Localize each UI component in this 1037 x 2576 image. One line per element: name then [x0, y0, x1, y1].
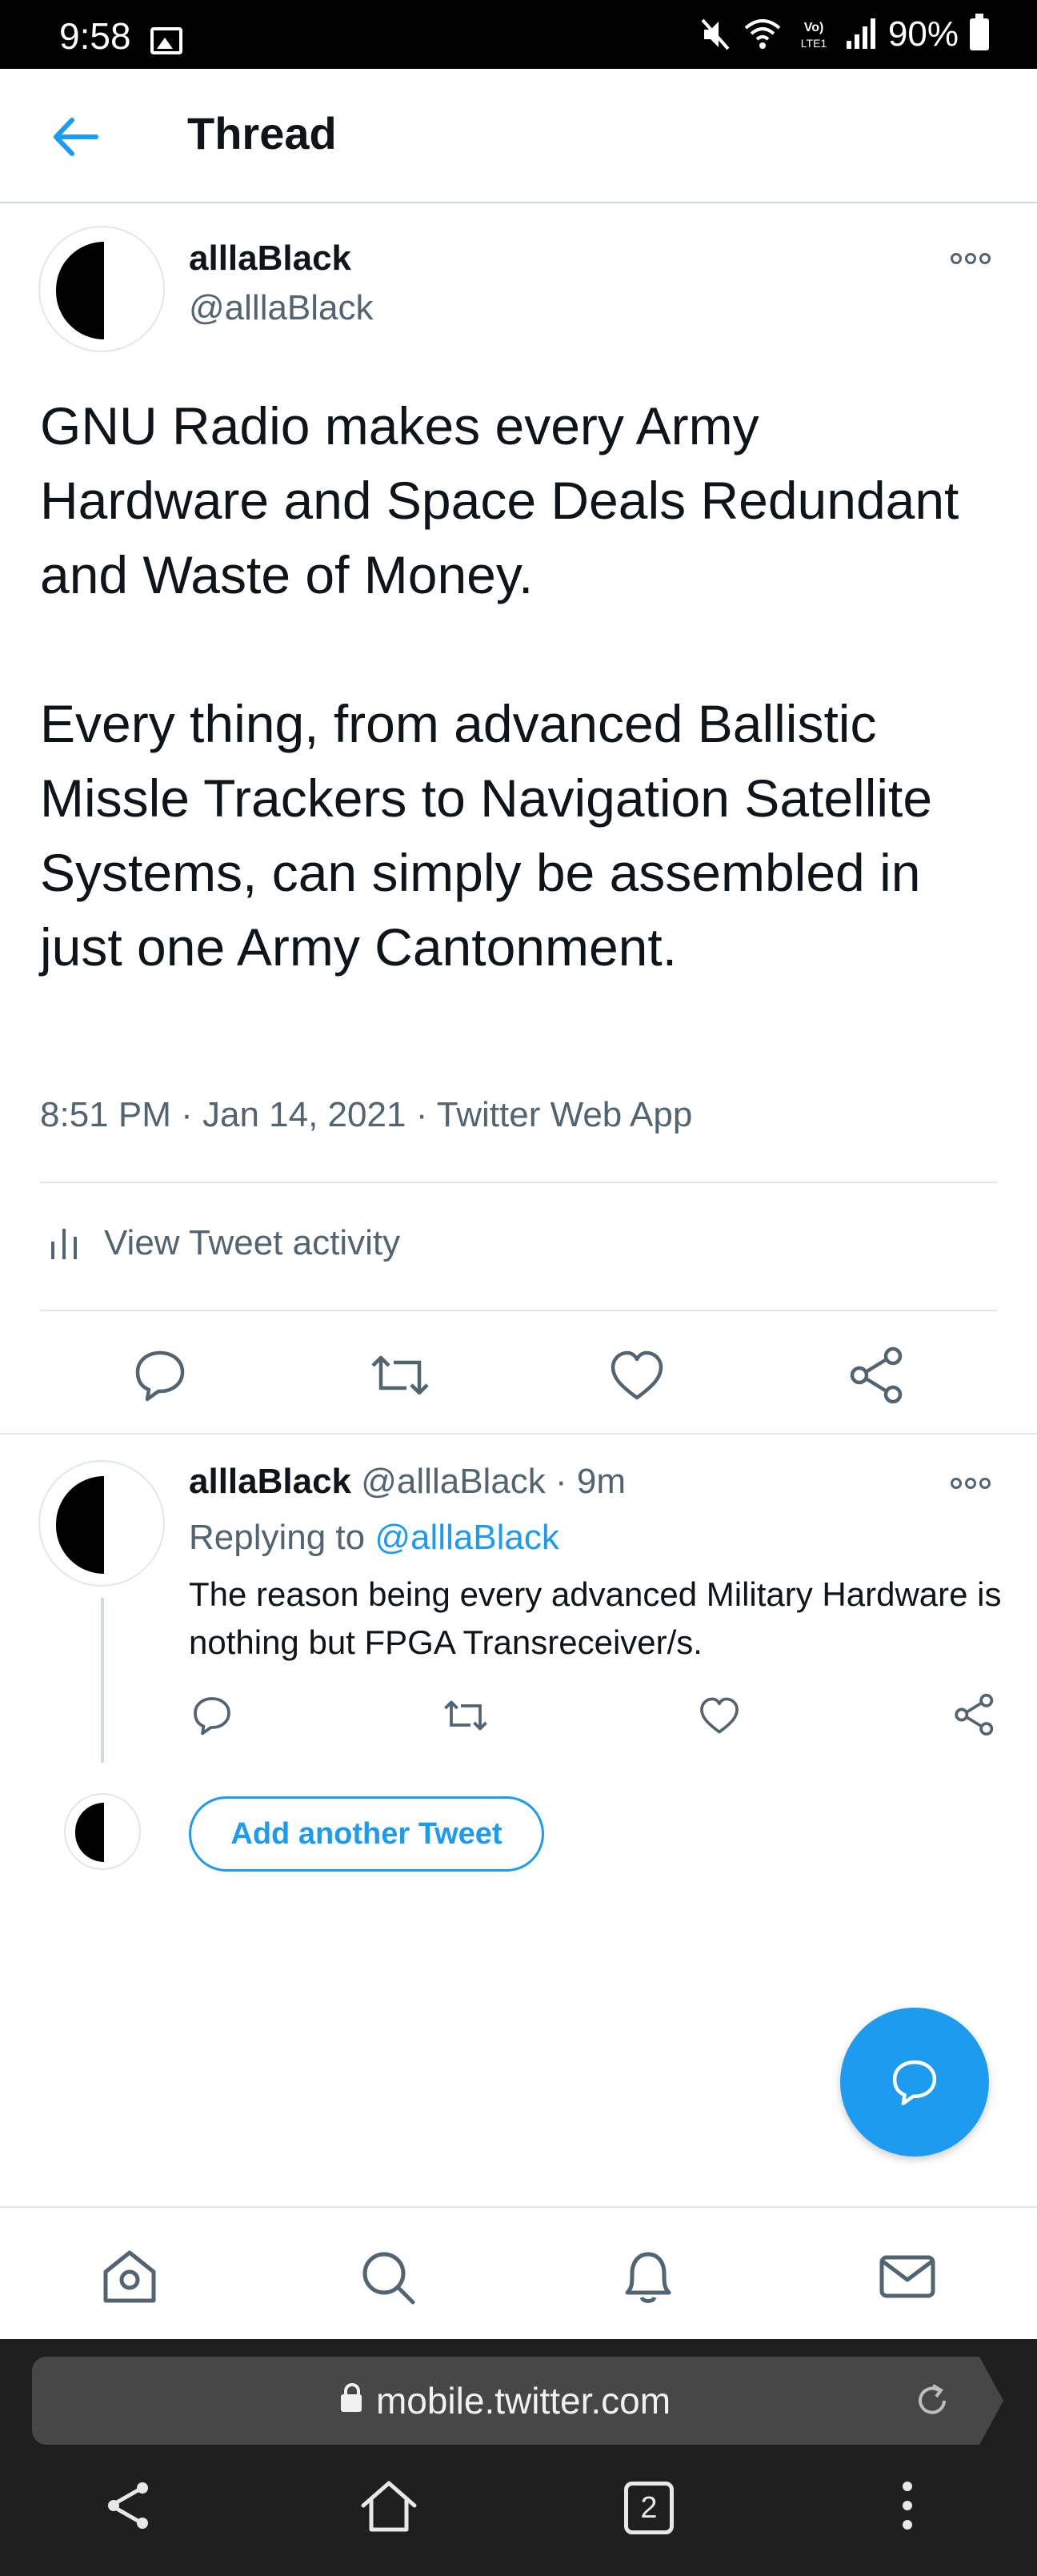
- more-icon[interactable]: [951, 1478, 991, 1489]
- lock-icon: [340, 2383, 362, 2412]
- share-icon[interactable]: [952, 1692, 997, 1737]
- replying-to-label: Replying to: [189, 1518, 366, 1557]
- reload-icon[interactable]: [912, 2381, 952, 2421]
- arrow-left-icon[interactable]: [48, 109, 104, 165]
- reply-age: 9m: [576, 1462, 627, 1501]
- battery-icon: [970, 14, 989, 50]
- share-icon[interactable]: [847, 1345, 907, 1406]
- retweet-icon[interactable]: [368, 1346, 432, 1404]
- author-handle[interactable]: @alllaBlack: [189, 288, 374, 328]
- reply-icon[interactable]: [131, 1346, 189, 1404]
- gallery-notification-icon: [150, 27, 182, 54]
- network-type: LTE1: [801, 37, 827, 50]
- divider: [40, 1182, 997, 1183]
- reply-icon: [892, 2060, 937, 2105]
- status-indicators: Vo) LTE1 90%: [699, 13, 989, 56]
- reply-text: The reason being every advanced Military…: [189, 1575, 1002, 1661]
- reply-author-name[interactable]: alllaBlack: [189, 1462, 351, 1501]
- view-activity-button[interactable]: View Tweet activity: [48, 1223, 400, 1263]
- mail-icon[interactable]: [875, 2245, 939, 2309]
- home-icon[interactable]: [357, 2474, 421, 2538]
- page-title: Thread: [187, 108, 337, 158]
- url-bar[interactable]: mobile.twitter.com: [32, 2357, 1003, 2445]
- url-text: mobile.twitter.com: [375, 2380, 671, 2422]
- author-name[interactable]: alllaBlack: [189, 239, 351, 279]
- battery-percentage: 90%: [887, 14, 959, 54]
- avatar[interactable]: [38, 226, 165, 352]
- signal-icon: [846, 18, 875, 49]
- thread-line: [101, 1598, 104, 1763]
- wifi-icon: [744, 19, 781, 49]
- retweet-icon[interactable]: [442, 1694, 490, 1737]
- status-bar: 9:58 Vo) LTE1 90%: [0, 0, 1037, 69]
- tweet-text: GNU Radio makes every Army Hardware and …: [40, 396, 959, 977]
- replying-to: Replying to @alllaBlack: [189, 1518, 559, 1558]
- bell-icon[interactable]: [616, 2245, 680, 2309]
- heart-icon[interactable]: [608, 1348, 666, 1402]
- share-icon[interactable]: [96, 2474, 160, 2538]
- compose-reply-button[interactable]: [840, 2008, 989, 2157]
- replying-to-handle[interactable]: @alllaBlack: [374, 1518, 559, 1557]
- heart-icon[interactable]: [698, 1695, 741, 1735]
- url-display[interactable]: mobile.twitter.com: [32, 2379, 979, 2422]
- add-another-tweet-button[interactable]: Add another Tweet: [189, 1796, 544, 1872]
- analytics-icon: [51, 1229, 77, 1259]
- status-time: 9:58: [59, 15, 131, 57]
- thread-header: Thread: [0, 69, 1037, 203]
- tweet-meta: 8:51 PM · Jan 14, 2021 · Twitter Web App: [40, 1095, 693, 1134]
- compose-avatar: [64, 1793, 141, 1870]
- divider: [40, 1310, 997, 1311]
- avatar[interactable]: [38, 1460, 165, 1587]
- volte-icon: Vo) LTE1: [801, 21, 827, 50]
- tabs-button[interactable]: 2: [624, 2482, 674, 2534]
- mute-icon: [701, 18, 730, 50]
- tweet-date[interactable]: Jan 14, 2021: [202, 1095, 406, 1134]
- reply-header: alllaBlack @alllaBlack · 9m: [189, 1462, 627, 1501]
- more-icon[interactable]: [951, 253, 991, 264]
- reply-author-handle[interactable]: @alllaBlack: [361, 1462, 546, 1501]
- reply-icon[interactable]: [190, 1694, 234, 1737]
- more-vertical-icon[interactable]: [875, 2474, 939, 2538]
- tweet-source[interactable]: Twitter Web App: [437, 1095, 693, 1134]
- home-icon[interactable]: [98, 2245, 162, 2309]
- browser-toolbar: mobile.twitter.com: [0, 2339, 1037, 2576]
- tweet-time[interactable]: 8:51 PM: [40, 1095, 171, 1134]
- bottom-navigation: [0, 2206, 1037, 2339]
- divider: [0, 1433, 1037, 1434]
- view-activity-label: View Tweet activity: [104, 1223, 401, 1262]
- svg-text:Vo): Vo): [804, 21, 824, 34]
- search-icon[interactable]: [355, 2245, 419, 2309]
